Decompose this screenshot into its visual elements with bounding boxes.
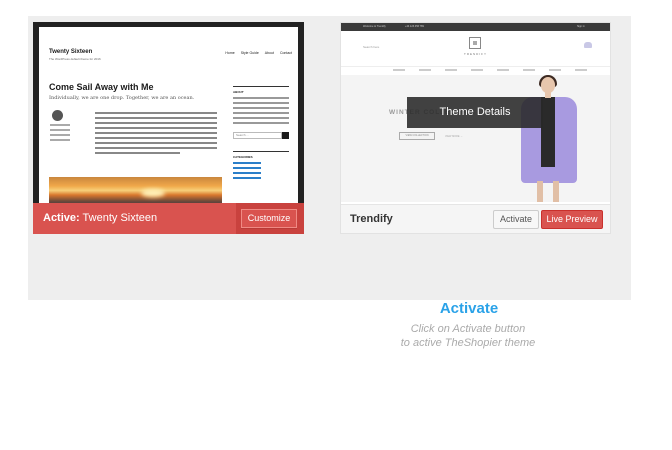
active-theme-bar: Active: Twenty Sixteen Customize [33,203,304,234]
preview-menu-item: Home [225,51,235,55]
preview-search-hint: Search here [363,45,380,49]
preview-topbar-welcome: Welcome to Trendify [363,25,386,28]
theme-card-trendify[interactable]: Welcome to Trendify +44 123 456 789 Sign… [340,22,611,234]
preview-topbar: Welcome to Trendify +44 123 456 789 Sign… [341,23,610,31]
preview-topbar-phone: +44 123 456 789 [405,25,424,28]
preview-search-widget: Search ... [233,132,289,139]
caption-title: Activate [439,300,499,317]
preview-logo-text: TRENDIFY [464,52,487,56]
preview-model-image [513,75,585,202]
live-preview-button[interactable]: Live Preview [541,210,603,229]
preview-cart-icon [584,42,592,48]
preview-sidebar: ABOUT Search ... CATEGORIES [233,86,289,182]
customize-button[interactable]: Customize [241,209,297,228]
preview-menu: Home Style Guide About Contact [225,51,292,55]
preview-logo-icon [469,37,481,49]
preview-post-title: Come Sail Away with Me [49,82,154,92]
preview-search-icon [282,132,289,139]
preview-topbar-signin: Sign in [577,25,585,28]
preview-post-subtitle: Individually, we are one drop. Together,… [49,95,195,101]
activate-button[interactable]: Activate [493,210,539,229]
caption-line-2: to active TheShopier theme [400,337,536,349]
preview-hero: WINTER COLLECTION VIEW COLLECTION VIEW M… [341,75,610,202]
active-status: Active: [43,212,80,224]
preview-tagline: The WordPress default theme for 2016 [49,57,101,61]
preview-sunset-image [49,177,222,203]
caption-line-1: Click on Activate button [410,323,526,335]
preview-menu-item: Contact [279,51,292,55]
preview-site-title: Twenty Sixteen [49,49,93,55]
preview-menu-item: Style Guide [240,51,259,55]
theme-actions-bar: Trendify Activate Live Preview [341,204,610,233]
preview-widget-about: ABOUT [233,90,244,94]
theme-card-twenty-sixteen[interactable]: Twenty Sixteen The WordPress default the… [33,22,304,234]
preview-widget-categories: CATEGORIES [233,155,253,159]
preview-menu-item: About [264,51,274,55]
preview-view-more: VIEW MORE → [445,135,463,138]
preview-nav [393,69,587,71]
preview-search-field: Search ... [233,132,282,139]
active-theme-name: Twenty Sixteen [82,212,158,224]
preview-post-body [95,112,217,157]
preview-post-meta [50,124,70,144]
theme-name: Trendify [350,213,393,225]
theme-screenshot[interactable]: Twenty Sixteen The WordPress default the… [39,27,298,203]
active-theme-label: Active: Twenty Sixteen [43,212,157,224]
theme-details-button[interactable]: Theme Details [407,97,543,128]
preview-author-avatar [52,110,63,121]
preview-view-collection: VIEW COLLECTION [399,132,435,140]
